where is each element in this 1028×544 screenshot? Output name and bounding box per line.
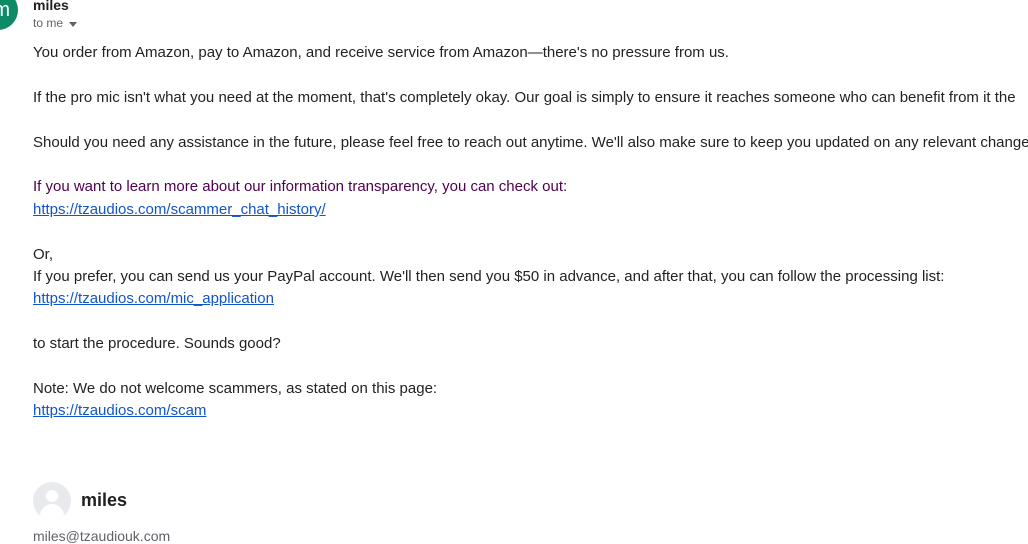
person-icon [46, 490, 58, 502]
chevron-down-icon[interactable] [69, 21, 78, 27]
mic-application-link[interactable]: https://tzaudios.com/mic_application [33, 290, 274, 307]
scam-page-link[interactable]: https://tzaudios.com/scam [33, 402, 206, 419]
avatar[interactable] [33, 482, 71, 520]
message-paragraph: Note: We do not welcome scammers, as sta… [33, 379, 438, 397]
scammer-chat-history-link[interactable]: https://tzaudios.com/scammer_chat_histor… [33, 201, 326, 218]
message-paragraph: to start the procedure. Sounds good? [33, 335, 281, 353]
message-paragraph: If you prefer, you can send us your PayP… [33, 267, 945, 285]
recipient-details-toggle[interactable]: to me [33, 16, 78, 30]
reply-sender-email: miles@tzaudiouk.com [33, 528, 171, 544]
message-paragraph: If the pro mic isn't what you need at th… [33, 88, 1016, 106]
sender-avatar[interactable]: m [0, 0, 18, 30]
recipient-label: to me [33, 16, 64, 30]
message-paragraph-transparency: If you want to learn more about our info… [33, 178, 568, 196]
message-paragraph: You order from Amazon, pay to Amazon, an… [33, 44, 729, 61]
sender-name[interactable]: miles [33, 0, 69, 13]
message-body: You order from Amazon, pay to Amazon, an… [33, 42, 1028, 423]
reply-sender-name[interactable]: miles [81, 490, 127, 511]
message-paragraph: Should you need any assistance in the fu… [33, 133, 1028, 151]
message-paragraph: Or, [33, 245, 54, 263]
